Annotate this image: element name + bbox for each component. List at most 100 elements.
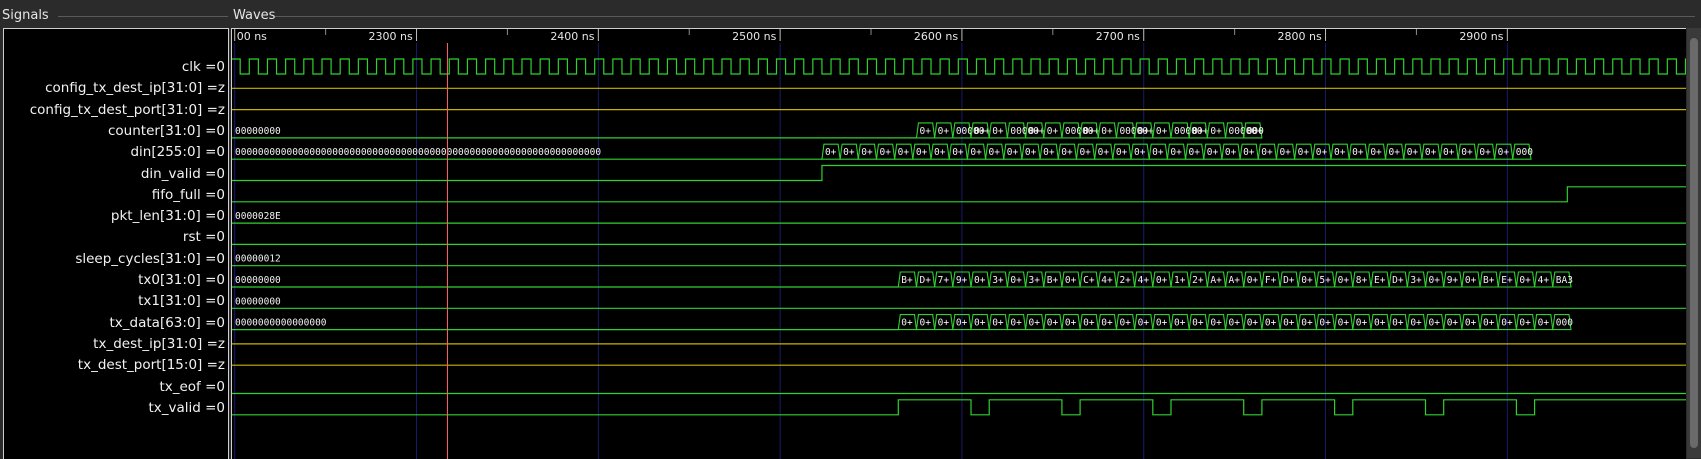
bus-value-label: 0+ (1519, 275, 1531, 286)
bus-value-label: 0+ (1447, 318, 1459, 329)
bus-value-label: 0+ (1047, 126, 1059, 137)
bus-value-label: 0+ (1465, 275, 1477, 286)
bus-value-label: 0+ (1465, 318, 1477, 329)
signal-name-config-tx-dest-ip[interactable]: config_tx_dest_ip[31:0] =z (45, 78, 225, 98)
bus-value-label: 0+ (1301, 275, 1313, 286)
bus-value-label: 00000000 (235, 126, 281, 137)
bit-trace (232, 186, 1686, 203)
signal-name-tx-dest-ip[interactable]: tx_dest_ip[31:0] =z (93, 334, 225, 354)
bus-value-label: 0+ (1134, 147, 1146, 158)
time-label: 2300 ns (369, 30, 413, 43)
bus-value-label: 0+ (1098, 147, 1110, 158)
bus-value-label: 0+ (1010, 318, 1022, 329)
bus-value-label: 0+ (843, 147, 855, 158)
bus-value-label: 0+ (901, 318, 913, 329)
bus-value-label: 0+ (1010, 275, 1022, 286)
time-label: 2700 ns (1096, 30, 1140, 43)
bus-value-label: 0+ (1338, 275, 1350, 286)
bus-value-label: 5+ (1319, 275, 1331, 286)
signal-name-counter[interactable]: counter[31:0] =0 (108, 121, 225, 141)
wave-tx0: 00000000 B+ D+ 7+ 9+ 0+ 3+ 0+ 3+ B+ 0+ C+ 4+ 2+ 4+ 0+ 1+… (232, 271, 1573, 288)
bus-value-label: 0+ (1207, 147, 1219, 158)
bus-value-label: 0000028E (235, 211, 281, 222)
bus-value-label: 0+ (1210, 318, 1222, 329)
signal-name-tx-eof[interactable]: tx_eof =0 (159, 377, 225, 397)
time-label: 2600 ns (914, 30, 958, 43)
bus-value-label: 0+ (1247, 318, 1259, 329)
bus-value-label: 0+ (1025, 147, 1037, 158)
signal-name-sleep-cycles[interactable]: sleep_cycles[31:0] =0 (75, 249, 225, 269)
bus-value-label: D+ (919, 275, 931, 286)
bus-value-label: 8+ (1356, 275, 1368, 286)
time-label: 2500 ns (732, 30, 776, 43)
signal-name-fifo-full[interactable]: fifo_full =0 (152, 185, 225, 205)
signal-name-tx-data[interactable]: tx_data[63:0] =0 (110, 313, 225, 333)
waves-panel: Waves 00 ns 2300 ns 2400 ns 2500 ns 2600 ns 2… (231, 8, 1701, 459)
bus-value-label: 0+ (952, 147, 964, 158)
bus-value-label: F+ (1265, 275, 1277, 286)
bus-value-label: 0+ (992, 318, 1004, 329)
bus-value-label: 0+ (1338, 318, 1350, 329)
bus-value-label: 0+ (1061, 147, 1073, 158)
waves-panel-title: Waves (233, 8, 276, 23)
signal-list[interactable]: clk =0 config_tx_dest_ip[31:0] =z config_t… (3, 28, 229, 459)
bus-value-label: 0+ (1261, 147, 1273, 158)
bus-value-label: 9+ (1447, 275, 1459, 286)
signal-name-config-tx-dest-port[interactable]: config_tx_dest_port[31:0] =z (30, 100, 225, 120)
wave-counter: 00000000 0+ 0+ 00000+0+ 0+ 00000+0+ 0+ 00000+0+… (232, 122, 1264, 139)
signal-name-tx-dest-port[interactable]: tx_dest_port[15:0] =z (78, 355, 225, 375)
bus-value-label: 0+ (1101, 318, 1113, 329)
bus-value-label: 0+ (1483, 318, 1495, 329)
signal-name-rst[interactable]: rst =0 (183, 227, 225, 247)
wave-din-valid (232, 164, 1686, 182)
bus-value-label: 0+ (1138, 126, 1150, 137)
bus-value-label: 0+ (1370, 147, 1382, 158)
bus-value-label: 0000000000000000 (235, 318, 327, 329)
bus-value-label: A+ (1210, 275, 1222, 286)
signal-name-clk[interactable]: clk =0 (182, 57, 225, 77)
signal-name-din-valid[interactable]: din_valid =0 (141, 164, 225, 184)
bus-value-label: 0+ (956, 318, 968, 329)
bus-value-label: 0+ (1316, 147, 1328, 158)
signal-name-tx-valid[interactable]: tx_valid =0 (148, 398, 225, 418)
bus-value-label: 000 (1516, 147, 1533, 158)
bus-value-label: 0+ (1407, 147, 1419, 158)
bit-trace (232, 399, 1686, 416)
bus-value-label: 0+ (1065, 318, 1077, 329)
bus-value-label: 0+ (1156, 318, 1168, 329)
signals-title-divider (58, 16, 228, 17)
bus-value-label: 0+ (1498, 147, 1510, 158)
signal-name-tx0[interactable]: tx0[31:0] =0 (138, 270, 225, 290)
bus-value-label: 0+ (1279, 147, 1291, 158)
signal-name-din[interactable]: din[255:0] =0 (130, 142, 225, 162)
bus-value-label: 0+ (825, 147, 837, 158)
bus-value-label: 0+ (1174, 318, 1186, 329)
bus-value-label: 0+ (1119, 318, 1131, 329)
signal-name-pkt-len[interactable]: pkt_len[31:0] =0 (111, 206, 225, 226)
waveform-view[interactable]: 00 ns 2300 ns 2400 ns 2500 ns 2600 ns 2700 ns… (231, 28, 1686, 459)
bus-value-label: 0+ (919, 126, 931, 137)
bus-value-label: 0+ (1192, 126, 1204, 137)
bus-value-label: 3+ (1410, 275, 1422, 286)
bus-value-label: 0+ (1356, 318, 1368, 329)
signal-name-tx1[interactable]: tx1[31:0] =0 (138, 291, 225, 311)
bus-value-label: 0+ (1156, 275, 1168, 286)
bus-value-label: 0+ (1265, 318, 1277, 329)
vertical-scrollbar-thumb[interactable] (1690, 38, 1698, 448)
signals-panel: Signals clk =0 config_tx_dest_ip[31:0] =z… (0, 8, 230, 459)
wave-tx1: 00000000 (232, 296, 1686, 309)
bus-value-label: 0+ (1501, 318, 1513, 329)
bus-value-label: D+ (1283, 275, 1295, 286)
bus-value-label: 0+ (970, 147, 982, 158)
bus-value-label: 4+ (1138, 275, 1150, 286)
bus-value-label: 0+ (1519, 318, 1531, 329)
wave-sleep-cycles: 00000012 (232, 254, 1686, 267)
vertical-scrollbar[interactable] (1687, 28, 1701, 458)
bus-value-label: 0+ (1029, 126, 1041, 137)
bus-value-label: 0+ (1189, 147, 1201, 158)
bus-value-label: 0+ (1319, 318, 1331, 329)
bus-value-label: 2+ (1192, 275, 1204, 286)
bus-value-label: 0+ (1079, 147, 1091, 158)
waves-title-divider (275, 16, 1695, 17)
waveform-canvas[interactable]: 00 ns 2300 ns 2400 ns 2500 ns 2600 ns 2700 ns… (232, 29, 1686, 459)
